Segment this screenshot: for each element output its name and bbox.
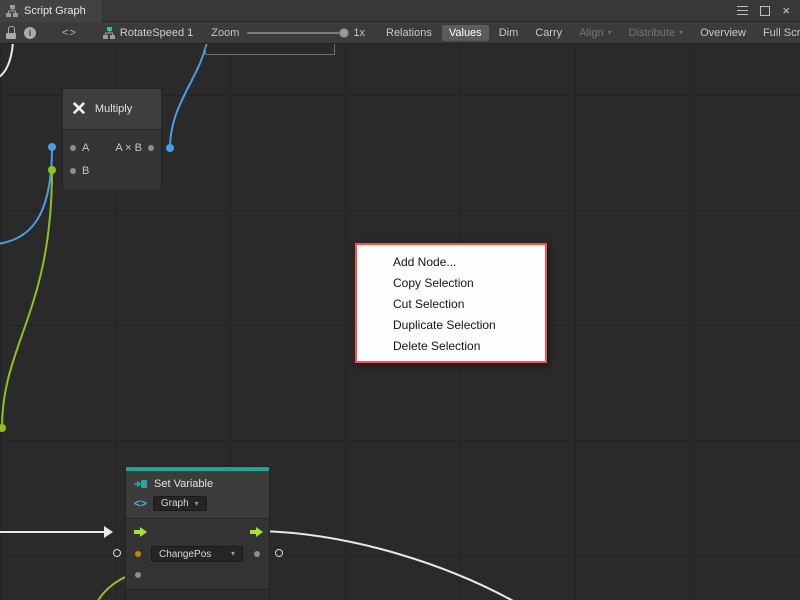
wire-white-from-setvar[interactable]: [262, 531, 515, 600]
zoom-slider[interactable]: [247, 27, 347, 39]
port-label-result: A × B: [115, 142, 142, 154]
wire-arrowhead: [104, 526, 113, 538]
lock-icon[interactable]: [6, 26, 16, 39]
carry-button[interactable]: Carry: [528, 25, 569, 41]
wire-blue-from-output[interactable]: [170, 44, 207, 148]
window-menu-icon[interactable]: [737, 6, 748, 15]
wire-endpoint-green-b[interactable]: [48, 166, 56, 174]
port-row-a: A A × B: [63, 136, 161, 159]
variable-scope-dropdown[interactable]: Graph ▾: [153, 496, 207, 511]
wire-white-topleft[interactable]: [0, 44, 13, 78]
set-variable-header[interactable]: Set Variable Graph ▾: [126, 471, 269, 519]
zoom-value: 1x: [353, 27, 365, 39]
wire-endpoint-blue-out[interactable]: [166, 144, 174, 152]
relations-button[interactable]: Relations: [379, 25, 439, 41]
wire-endpoint-blue-a[interactable]: [48, 143, 56, 151]
close-icon[interactable]: ×: [782, 6, 790, 16]
external-port-left[interactable]: [113, 549, 121, 557]
set-variable-icon: [134, 477, 148, 491]
maximize-icon[interactable]: [760, 6, 770, 16]
zoom-label: Zoom: [211, 27, 239, 39]
control-input-port[interactable]: [134, 526, 148, 538]
output-port-result[interactable]: [148, 145, 154, 151]
port-label-a: A: [82, 142, 89, 154]
context-menu-item-copy-selection[interactable]: Copy Selection: [357, 273, 545, 294]
full-screen-button[interactable]: Full Screen: [756, 25, 800, 41]
zoom-slider-track: [247, 32, 347, 34]
multiply-node[interactable]: ✕ Multiply A A × B B: [62, 88, 162, 191]
context-menu-item-cut-selection[interactable]: Cut Selection: [357, 294, 545, 315]
info-icon[interactable]: [24, 27, 36, 39]
multiply-node-title: Multiply: [95, 103, 132, 115]
graph-toolbar: RotateSpeed 1 Zoom 1x Relations Values D…: [0, 22, 800, 44]
align-dropdown[interactable]: Align▾: [572, 25, 618, 41]
set-variable-title: Set Variable: [154, 478, 213, 490]
chevron-down-icon: ▾: [195, 500, 199, 508]
zoom-slider-handle[interactable]: [339, 28, 349, 38]
graph-asset-breadcrumb[interactable]: RotateSpeed 1: [103, 27, 193, 39]
values-button[interactable]: Values: [442, 25, 489, 41]
graph-canvas[interactable]: ✕ Multiply A A × B B: [0, 44, 800, 600]
titlebar: Script Graph ×: [0, 0, 800, 22]
value-output-port[interactable]: [254, 551, 260, 557]
set-variable-footer: [126, 589, 269, 600]
graph-asset-icon: [103, 27, 115, 39]
set-variable-node[interactable]: Set Variable Graph ▾ Chan: [125, 466, 270, 600]
offscreen-node-edge[interactable]: [205, 44, 335, 55]
dim-button[interactable]: Dim: [492, 25, 526, 41]
context-menu-item-add-node[interactable]: Add Node...: [357, 252, 545, 273]
variable-name-port[interactable]: [135, 551, 141, 557]
toolbar-buttons: Relations Values Dim Carry Align▾ Distri…: [379, 25, 800, 41]
input-port-b[interactable]: [70, 168, 76, 174]
distribute-dropdown[interactable]: Distribute▾: [622, 25, 690, 41]
graph-asset-name: RotateSpeed 1: [120, 27, 193, 39]
port-row-b: B: [63, 159, 161, 182]
port-label-b: B: [82, 165, 89, 177]
multiply-node-body: A A × B B: [63, 130, 161, 190]
external-port-right[interactable]: [275, 549, 283, 557]
script-graph-icon: [6, 5, 18, 17]
multiply-icon: ✕: [71, 100, 87, 119]
tab-script-graph[interactable]: Script Graph: [0, 0, 102, 22]
context-menu-item-delete-selection[interactable]: Delete Selection: [357, 336, 545, 357]
variable-name-dropdown[interactable]: ChangePos ▾: [151, 546, 243, 562]
input-port-a[interactable]: [70, 145, 76, 151]
control-output-port[interactable]: [250, 526, 264, 538]
chevron-down-icon: ▾: [231, 550, 235, 558]
graph-variable-icon: [134, 498, 147, 510]
tab-title: Script Graph: [24, 5, 86, 17]
wire-green-to-input-b[interactable]: [2, 170, 52, 428]
window-controls: ×: [737, 6, 800, 16]
script-graph-window: Script Graph × RotateSpeed 1 Zoom 1x: [0, 0, 800, 600]
value-input-port[interactable]: [135, 572, 141, 578]
code-view-icon[interactable]: [62, 27, 77, 39]
multiply-node-header[interactable]: ✕ Multiply: [63, 89, 161, 130]
context-menu-item-duplicate-selection[interactable]: Duplicate Selection: [357, 315, 545, 336]
context-menu: Add Node... Copy Selection Cut Selection…: [355, 243, 547, 363]
chevron-down-icon: ▾: [679, 29, 683, 37]
overview-button[interactable]: Overview: [693, 25, 753, 41]
wire-blue-to-input-a[interactable]: [0, 147, 52, 244]
chevron-down-icon: ▾: [608, 29, 612, 37]
